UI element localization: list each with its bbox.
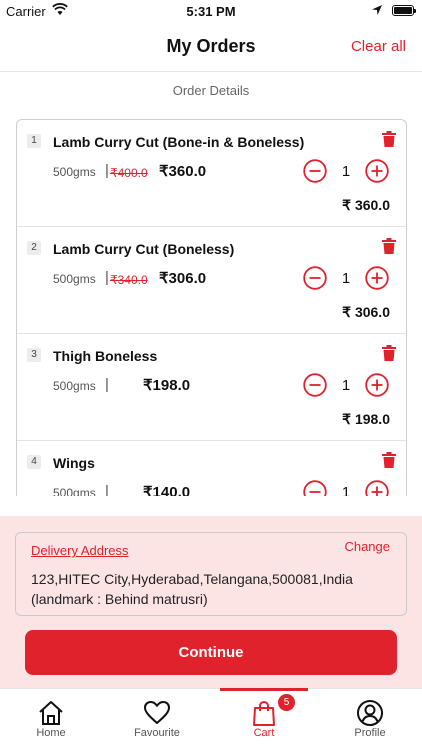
price-separator: | bbox=[105, 483, 109, 496]
order-item: 4 Wings 500gms | ₹140.0 1 bbox=[17, 441, 406, 496]
trash-icon[interactable] bbox=[382, 345, 396, 361]
item-index: 2 bbox=[27, 241, 41, 255]
tab-home[interactable]: Home bbox=[9, 689, 93, 750]
profile-icon bbox=[357, 700, 383, 726]
trash-icon[interactable] bbox=[382, 452, 396, 468]
decrease-quantity-icon[interactable] bbox=[303, 266, 327, 290]
tab-profile[interactable]: Profile bbox=[328, 689, 412, 750]
order-item: 3 Thigh Boneless 500gms | ₹198.0 1 ₹ 198… bbox=[17, 334, 406, 441]
checkout-panel: Delivery Address Change 123,HITEC City,H… bbox=[0, 516, 422, 688]
item-weight: 500gms bbox=[53, 272, 96, 286]
item-name: Wings bbox=[53, 455, 95, 471]
tab-label: Home bbox=[36, 727, 66, 739]
address-line: 123,HITEC City,Hyderabad,Telangana,50008… bbox=[31, 571, 353, 587]
clear-all-button[interactable]: Clear all bbox=[351, 38, 406, 55]
item-quantity: 1 bbox=[341, 163, 351, 180]
item-quantity: 1 bbox=[341, 484, 351, 496]
item-total: ₹ 198.0 bbox=[342, 411, 390, 427]
tab-label: Profile bbox=[354, 727, 386, 739]
item-price: ₹360.0 bbox=[159, 163, 207, 180]
price-separator: | bbox=[105, 376, 109, 393]
clock: 5:31 PM bbox=[186, 4, 236, 19]
item-index: 3 bbox=[27, 348, 41, 362]
item-weight: 500gms bbox=[53, 379, 96, 393]
item-weight: 500gms bbox=[53, 165, 96, 179]
price-separator: | bbox=[105, 269, 109, 286]
item-mrp: ₹340.0 bbox=[110, 273, 148, 287]
delivery-address-label[interactable]: Delivery Address bbox=[31, 543, 129, 558]
tab-label: Cart bbox=[253, 727, 275, 739]
order-item: 2 Lamb Curry Cut (Boneless) 500gms | ₹34… bbox=[17, 227, 406, 334]
decrease-quantity-icon[interactable] bbox=[303, 373, 327, 397]
item-index: 1 bbox=[27, 134, 41, 148]
decrease-quantity-icon[interactable] bbox=[303, 480, 327, 496]
order-details-heading: Order Details bbox=[172, 83, 250, 98]
home-icon bbox=[39, 701, 63, 725]
item-quantity: 1 bbox=[341, 270, 351, 287]
nav-bar: My Orders Clear all bbox=[0, 22, 422, 72]
item-name: Lamb Curry Cut (Bone-in & Boneless) bbox=[53, 134, 305, 150]
price-separator: | bbox=[105, 162, 109, 179]
cart-count-badge: 5 bbox=[278, 694, 295, 711]
address-landmark: (landmark : Behind matrusri) bbox=[31, 591, 208, 607]
trash-icon[interactable] bbox=[382, 238, 396, 254]
item-quantity: 1 bbox=[341, 377, 351, 394]
item-weight: 500gms bbox=[53, 486, 96, 496]
item-total: ₹ 360.0 bbox=[342, 197, 390, 213]
item-price: ₹306.0 bbox=[159, 270, 207, 287]
item-name: Lamb Curry Cut (Boneless) bbox=[53, 241, 235, 257]
item-total: ₹ 306.0 bbox=[342, 304, 390, 320]
continue-button[interactable]: Continue bbox=[25, 630, 397, 675]
change-address-button[interactable]: Change bbox=[344, 539, 390, 554]
item-price: ₹140.0 bbox=[143, 484, 191, 496]
item-price: ₹198.0 bbox=[143, 377, 191, 394]
location-arrow-icon bbox=[372, 5, 382, 15]
order-list[interactable]: 1 Lamb Curry Cut (Bone-in & Boneless) 50… bbox=[16, 119, 407, 496]
increase-quantity-icon[interactable] bbox=[365, 266, 389, 290]
increase-quantity-icon[interactable] bbox=[365, 373, 389, 397]
trash-icon[interactable] bbox=[382, 131, 396, 147]
status-bar: Carrier 5:31 PM bbox=[0, 0, 422, 22]
heart-icon bbox=[144, 701, 170, 724]
item-name: Thigh Boneless bbox=[53, 348, 158, 364]
item-mrp: ₹400.0 bbox=[110, 166, 148, 180]
item-index: 4 bbox=[27, 455, 41, 469]
tab-favourite[interactable]: Favourite bbox=[115, 689, 199, 750]
increase-quantity-icon[interactable] bbox=[365, 159, 389, 183]
battery-icon bbox=[392, 5, 416, 16]
cart-icon bbox=[253, 700, 275, 726]
tab-label: Favourite bbox=[134, 727, 180, 739]
decrease-quantity-icon[interactable] bbox=[303, 159, 327, 183]
delivery-address-box: Delivery Address Change 123,HITEC City,H… bbox=[15, 532, 407, 616]
order-item: 1 Lamb Curry Cut (Bone-in & Boneless) 50… bbox=[17, 120, 406, 227]
tab-cart[interactable]: 5 Cart bbox=[220, 688, 308, 750]
increase-quantity-icon[interactable] bbox=[365, 480, 389, 496]
tab-bar: Home Favourite 5 Cart Profile bbox=[0, 688, 422, 750]
